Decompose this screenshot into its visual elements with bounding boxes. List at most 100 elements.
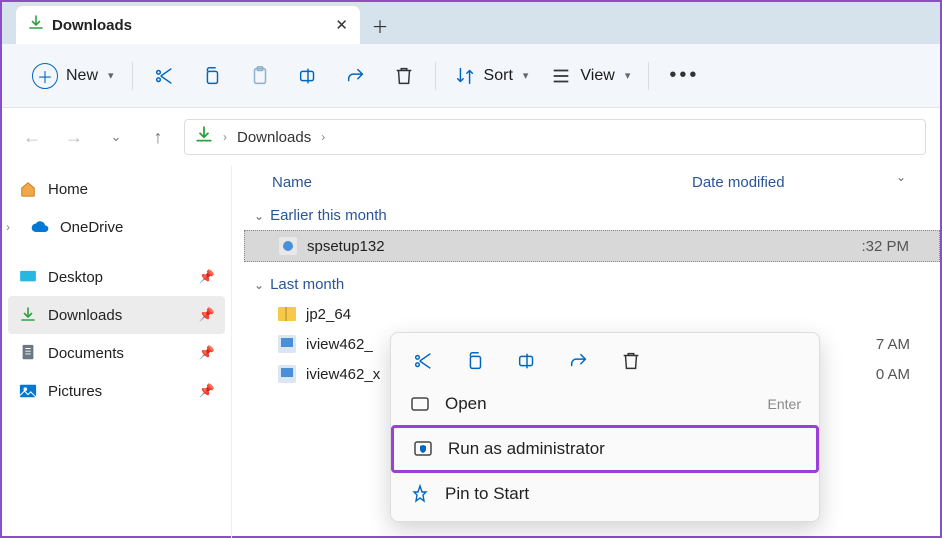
- rename-button[interactable]: [285, 59, 331, 93]
- tab-downloads[interactable]: Downloads ✕: [16, 6, 360, 44]
- recent-button[interactable]: ⌄: [100, 121, 132, 153]
- breadcrumb-item[interactable]: Downloads: [237, 129, 311, 146]
- copy-button[interactable]: [461, 347, 489, 375]
- pin-icon: 📌: [199, 269, 215, 285]
- more-button[interactable]: •••: [657, 58, 711, 93]
- pin-icon: [409, 483, 431, 505]
- context-label: Open: [445, 394, 487, 414]
- chevron-down-icon: ⌄: [254, 209, 264, 223]
- download-icon: [28, 15, 44, 35]
- column-date[interactable]: Date modified ⌄: [692, 174, 926, 191]
- delete-button[interactable]: [617, 347, 645, 375]
- shield-icon: [412, 438, 434, 460]
- column-name[interactable]: Name: [272, 174, 692, 191]
- more-icon: •••: [669, 64, 699, 87]
- address-bar: ← → ⌄ ↑ › Downloads ›: [2, 108, 940, 166]
- context-hint: Enter: [768, 396, 801, 412]
- context-run-as-admin[interactable]: Run as administrator: [391, 425, 819, 473]
- installer-icon: [278, 335, 296, 353]
- chevron-right-icon: ›: [223, 130, 227, 144]
- new-label: New: [66, 67, 98, 85]
- pictures-icon: [18, 381, 38, 401]
- column-headers: Name Date modified ⌄: [232, 166, 940, 197]
- toolbar: ＋ New ▾ Sort ▾ View ▾ •••: [2, 44, 940, 108]
- context-label: Run as administrator: [448, 439, 605, 459]
- view-icon: [550, 65, 572, 87]
- file-date: 7 AM: [876, 336, 910, 353]
- download-icon: [195, 126, 213, 148]
- share-button[interactable]: [333, 59, 379, 93]
- sidebar-item-pictures[interactable]: Pictures 📌: [8, 372, 225, 410]
- file-row[interactable]: spsetup132 :32 PM: [244, 230, 940, 262]
- sort-label: Sort: [484, 67, 513, 85]
- group-earlier: ⌄ Earlier this month spsetup132 :32 PM: [232, 197, 940, 266]
- context-quick-actions: [391, 339, 819, 383]
- chevron-down-icon: ⌄: [254, 278, 264, 292]
- copy-button[interactable]: [189, 59, 235, 93]
- forward-button[interactable]: →: [58, 121, 90, 153]
- chevron-down-icon: ▾: [625, 69, 631, 82]
- context-menu: Open Enter Run as administrator Pin to S…: [390, 332, 820, 522]
- file-name: spsetup132: [307, 238, 687, 255]
- separator: [435, 62, 436, 90]
- sidebar-label: Documents: [48, 345, 124, 362]
- sidebar-label: OneDrive: [60, 219, 123, 236]
- group-label: Last month: [270, 276, 344, 293]
- sidebar-item-home[interactable]: Home: [8, 170, 225, 208]
- open-icon: [409, 393, 431, 415]
- sort-button[interactable]: Sort ▾: [444, 59, 539, 93]
- pin-icon: 📌: [199, 345, 215, 361]
- separator: [648, 62, 649, 90]
- chevron-down-icon: ⌄: [896, 170, 906, 184]
- paste-button[interactable]: [237, 59, 283, 93]
- new-button[interactable]: ＋ New ▾: [22, 57, 124, 95]
- sidebar-label: Desktop: [48, 269, 103, 286]
- close-icon[interactable]: ✕: [335, 16, 348, 34]
- column-date-label: Date modified: [692, 174, 785, 191]
- group-header[interactable]: ⌄ Last month: [244, 270, 940, 299]
- installer-icon: [278, 365, 296, 383]
- sidebar-item-documents[interactable]: Documents 📌: [8, 334, 225, 372]
- breadcrumb[interactable]: › Downloads ›: [184, 119, 926, 155]
- plus-circle-icon: ＋: [32, 63, 58, 89]
- pin-icon: 📌: [199, 383, 215, 399]
- sidebar-quick-access: Desktop 📌 Downloads 📌 Documents 📌 Pictur…: [8, 258, 225, 410]
- separator: [132, 62, 133, 90]
- download-icon: [18, 305, 38, 325]
- rename-button[interactable]: [513, 347, 541, 375]
- titlebar: Downloads ✕ ＋: [2, 2, 940, 44]
- file-name: jp2_64: [306, 306, 686, 323]
- up-button[interactable]: ↑: [142, 121, 174, 153]
- share-button[interactable]: [565, 347, 593, 375]
- chevron-right-icon[interactable]: ›: [6, 220, 10, 234]
- file-date: :32 PM: [861, 238, 909, 255]
- group-header[interactable]: ⌄ Earlier this month: [244, 201, 940, 230]
- tab-title: Downloads: [52, 17, 132, 34]
- group-label: Earlier this month: [270, 207, 387, 224]
- sidebar-label: Pictures: [48, 383, 102, 400]
- archive-icon: [278, 305, 296, 323]
- cut-button[interactable]: [141, 59, 187, 93]
- view-label: View: [580, 67, 614, 85]
- sidebar: Home › OneDrive Desktop 📌 Downloads 📌 Do…: [2, 166, 232, 538]
- chevron-down-icon: ▾: [523, 69, 529, 82]
- sidebar-label: Home: [48, 181, 88, 198]
- context-pin-start[interactable]: Pin to Start: [391, 473, 819, 515]
- new-tab-button[interactable]: ＋: [360, 6, 400, 44]
- context-label: Pin to Start: [445, 484, 529, 504]
- document-icon: [18, 343, 38, 363]
- desktop-icon: [18, 267, 38, 287]
- file-row[interactable]: jp2_64: [244, 299, 940, 329]
- cloud-icon: [30, 217, 50, 237]
- context-open[interactable]: Open Enter: [391, 383, 819, 425]
- cut-button[interactable]: [409, 347, 437, 375]
- chevron-down-icon: ▾: [108, 69, 114, 82]
- sidebar-item-downloads[interactable]: Downloads 📌: [8, 296, 225, 334]
- sidebar-item-onedrive[interactable]: › OneDrive: [8, 208, 225, 246]
- view-button[interactable]: View ▾: [540, 59, 640, 93]
- file-date: 0 AM: [876, 366, 910, 383]
- installer-icon: [279, 237, 297, 255]
- sidebar-item-desktop[interactable]: Desktop 📌: [8, 258, 225, 296]
- delete-button[interactable]: [381, 59, 427, 93]
- back-button[interactable]: ←: [16, 121, 48, 153]
